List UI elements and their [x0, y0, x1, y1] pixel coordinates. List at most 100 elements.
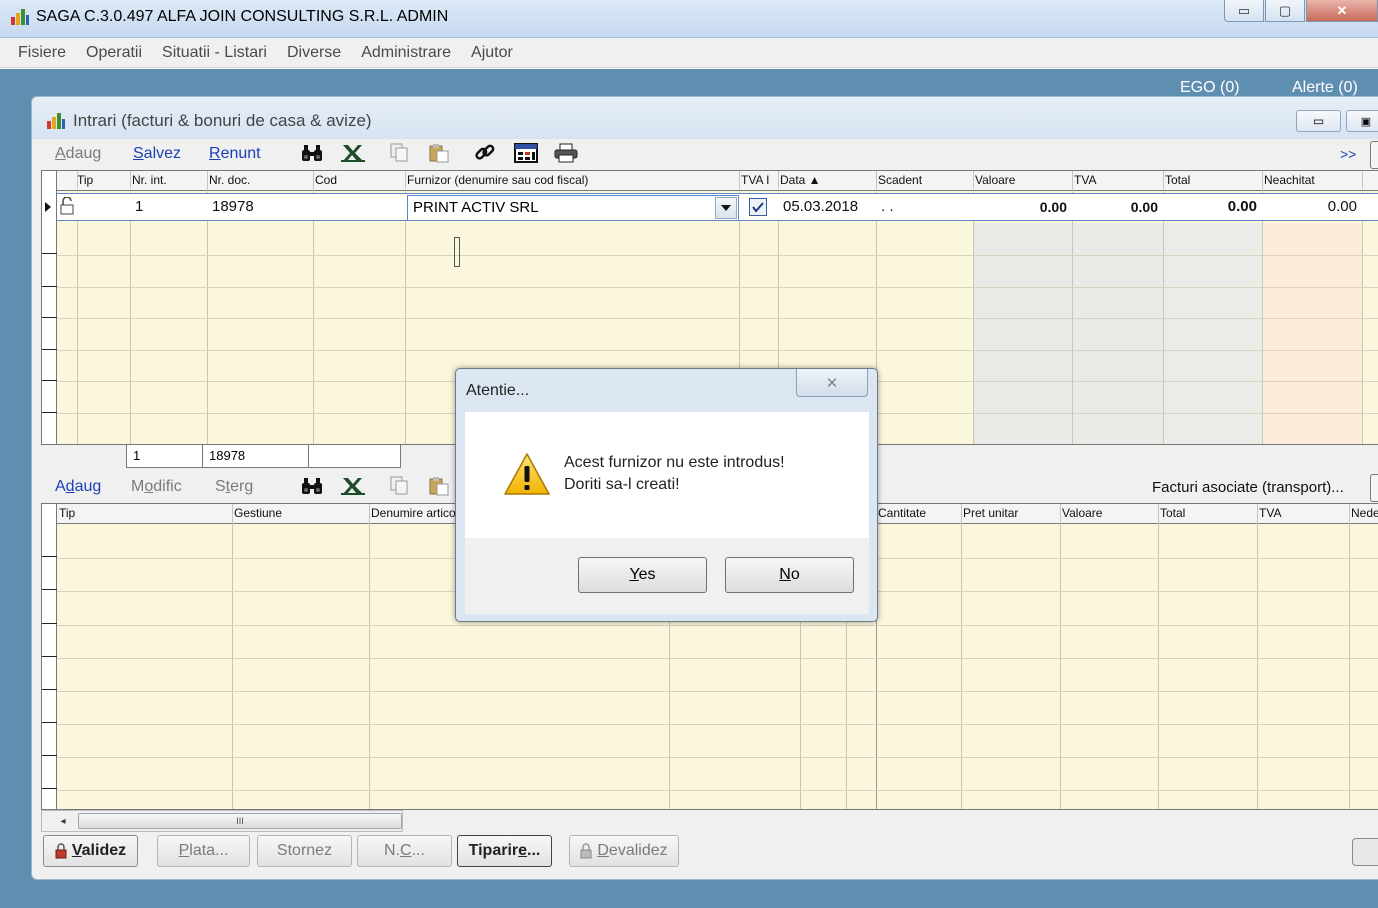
- menu-diverse[interactable]: Diverse: [287, 44, 341, 62]
- copy-icon[interactable]: [386, 474, 412, 498]
- scroll-left-arrow-icon[interactable]: ◂: [50, 813, 76, 829]
- copy-icon[interactable]: [386, 141, 412, 165]
- alerts-status-link[interactable]: Alerte (0): [1292, 79, 1358, 97]
- side-edge-button[interactable]: [1370, 141, 1378, 169]
- col-header-total[interactable]: Total: [1163, 171, 1262, 191]
- credit-note-button[interactable]: N.C...: [357, 835, 452, 867]
- supplier-dropdown-button[interactable]: [715, 197, 737, 219]
- intrari-window-icon: [47, 113, 65, 129]
- cell-nr-int[interactable]: 1: [130, 194, 207, 220]
- menu-fisiere[interactable]: Fisiere: [18, 44, 66, 62]
- col-header-gestiune[interactable]: Gestiune: [232, 504, 369, 524]
- text-cursor: [454, 237, 460, 267]
- no-button[interactable]: No: [725, 557, 854, 593]
- cell-valoare[interactable]: 0.00: [973, 194, 1072, 220]
- col-header-nr-doc[interactable]: Nr. doc.: [207, 171, 313, 191]
- col-header-valoare[interactable]: Valoare: [973, 171, 1072, 191]
- linked-invoices-link[interactable]: Facturi asociate (transport)...: [1152, 479, 1344, 496]
- minimize-button[interactable]: ▭: [1224, 0, 1264, 22]
- dialog-close-button[interactable]: ✕: [796, 369, 868, 397]
- col-header-furnizor[interactable]: Furnizor (denumire sau cod fiscal): [405, 171, 739, 191]
- total-nr-doc: 18978: [202, 444, 310, 468]
- checkmark-icon: [752, 202, 764, 213]
- cell-total[interactable]: 0.00: [1163, 194, 1262, 220]
- cell-neachitat[interactable]: 0.00: [1262, 194, 1362, 220]
- calculator-icon[interactable]: [513, 141, 539, 165]
- excel-export-icon[interactable]: [340, 474, 366, 498]
- menu-operatii[interactable]: Operatii: [86, 44, 142, 62]
- close-button[interactable]: ✕: [1306, 0, 1378, 22]
- cancel-button[interactable]: Renunt: [209, 145, 261, 163]
- yes-button[interactable]: Yes: [578, 557, 707, 593]
- col-header-cantitate[interactable]: Cantitate: [876, 504, 961, 524]
- dialog-body: Acest furnizor nu este introdus! Doriti …: [465, 412, 869, 538]
- save-button[interactable]: Salvez: [133, 145, 181, 163]
- col-header-tva-i[interactable]: TVA I: [739, 171, 778, 191]
- maximize-button[interactable]: ▢: [1265, 0, 1305, 22]
- more-toolbar-link[interactable]: >>: [1340, 146, 1356, 162]
- row-marker: [42, 656, 57, 657]
- row-marker: [42, 286, 57, 287]
- side-edge-button[interactable]: [1370, 474, 1378, 502]
- corner-button[interactable]: [1352, 838, 1378, 866]
- cell-tip[interactable]: [77, 194, 130, 220]
- link-icon[interactable]: [472, 141, 498, 165]
- col-header-cod[interactable]: Cod: [313, 171, 405, 191]
- supplier-combobox[interactable]: PRINT ACTIV SRL: [407, 195, 739, 221]
- menu-administrare[interactable]: Administrare: [361, 44, 451, 62]
- payment-button[interactable]: Plata...: [157, 835, 250, 867]
- dialog-title: Atentie...: [466, 382, 530, 399]
- tva-incasare-checkbox[interactable]: [749, 198, 767, 216]
- delete-line-button[interactable]: Sterg: [215, 478, 253, 496]
- binoculars-search-icon[interactable]: [299, 474, 325, 498]
- edit-line-button[interactable]: Modific: [131, 478, 182, 496]
- inner-restore-button[interactable]: ▣: [1346, 110, 1378, 132]
- col-header-tva[interactable]: TVA: [1072, 171, 1163, 191]
- intrari-window-title: Intrari (facturi & bonuri de casa & aviz…: [73, 111, 372, 130]
- lock-open-icon: [60, 197, 74, 215]
- chevron-down-icon: [721, 205, 731, 211]
- col-header-scadent[interactable]: Scadent: [876, 171, 973, 191]
- ego-status-link[interactable]: EGO (0): [1180, 79, 1240, 97]
- col-header-total[interactable]: Total: [1158, 504, 1257, 524]
- paste-icon[interactable]: [426, 141, 452, 165]
- row-marker: [42, 380, 57, 381]
- col-header-tip[interactable]: Tip: [57, 504, 232, 524]
- cell-cod[interactable]: [313, 194, 405, 220]
- table-row-active[interactable]: 1 18978 PRINT ACTIV SRL 05.03.2018 . . 0…: [45, 193, 1378, 221]
- print-button[interactable]: Tiparire...: [457, 835, 552, 867]
- add-invoice-button[interactable]: Adaug: [55, 145, 101, 163]
- col-header-valoare[interactable]: Valoare: [1060, 504, 1158, 524]
- cell-data[interactable]: 05.03.2018: [778, 194, 876, 220]
- horizontal-scrollbar[interactable]: ◂ III: [41, 810, 403, 832]
- row-marker: [42, 689, 57, 690]
- printer-icon[interactable]: [553, 141, 579, 165]
- total-nr-int: 1: [126, 444, 204, 468]
- inner-minimize-button[interactable]: ▭: [1296, 110, 1341, 132]
- add-line-button[interactable]: Adaug: [55, 478, 101, 496]
- excel-export-icon[interactable]: [340, 141, 366, 165]
- menu-ajutor[interactable]: Ajutor: [471, 44, 513, 62]
- validate-button[interactable]: Validez: [43, 835, 138, 867]
- scrollbar-thumb[interactable]: III: [78, 813, 402, 829]
- cell-nr-doc[interactable]: 18978: [207, 194, 313, 220]
- cell-scadent[interactable]: . .: [876, 194, 973, 220]
- binoculars-search-icon[interactable]: [299, 141, 325, 165]
- col-header-tva[interactable]: TVA: [1257, 504, 1349, 524]
- paste-icon[interactable]: [426, 474, 452, 498]
- col-header-nr-int[interactable]: Nr. int.: [130, 171, 207, 191]
- cell-tva[interactable]: 0.00: [1072, 194, 1163, 220]
- col-header-pret-unitar[interactable]: Pret unitar: [961, 504, 1060, 524]
- row-marker: [42, 349, 57, 350]
- col-header-neded[interactable]: Nede: [1349, 504, 1378, 524]
- col-header-neachitat[interactable]: Neachitat: [1262, 171, 1378, 191]
- warning-dialog: Atentie... ✕ Acest furnizor nu este intr…: [455, 368, 878, 622]
- row-marker: [42, 317, 57, 318]
- menu-situatii-listari[interactable]: Situatii - Listari: [162, 44, 267, 62]
- current-row-pointer-icon: [45, 202, 51, 212]
- invalidate-button[interactable]: Devalidez: [569, 835, 679, 867]
- close-icon: ✕: [1336, 2, 1348, 18]
- col-header-tip[interactable]: Tip: [57, 171, 130, 191]
- reverse-button[interactable]: Stornez: [257, 835, 352, 867]
- col-header-data-sorted[interactable]: Data ▲: [778, 171, 876, 191]
